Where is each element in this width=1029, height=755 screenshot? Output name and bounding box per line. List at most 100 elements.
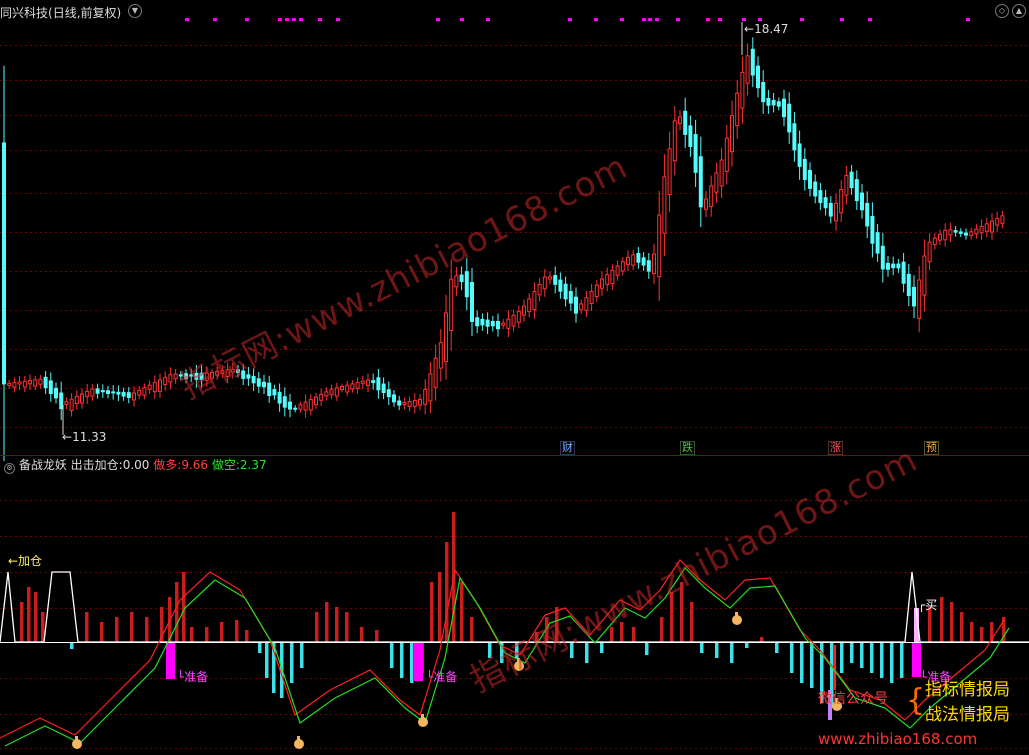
candle-down	[558, 279, 563, 292]
signal-dot	[868, 18, 872, 21]
candle-down	[756, 65, 760, 89]
signal-dot	[460, 18, 464, 21]
signal-dot	[245, 18, 249, 21]
signal-dot	[966, 18, 970, 21]
candle-down	[126, 392, 131, 398]
candle-down	[854, 179, 859, 202]
candle-up	[527, 298, 532, 313]
hist-bar-up	[182, 572, 186, 642]
hist-bar-up	[205, 627, 209, 642]
long-value: 9.66	[181, 458, 209, 472]
candle-up	[922, 255, 927, 296]
hist-bar-up	[632, 627, 636, 642]
event-tag-finance[interactable]: 财	[560, 441, 575, 455]
signal-dot	[648, 18, 652, 21]
hist-bar-up	[760, 637, 764, 642]
candle-down	[277, 391, 282, 404]
candle-down	[698, 156, 703, 208]
candle-up	[844, 175, 849, 196]
hist-bar-up	[928, 607, 932, 642]
hist-bar-up	[190, 627, 194, 642]
candle-down	[787, 103, 792, 133]
candle-down	[823, 197, 828, 209]
indicator-header: ⚙ 备战龙妖 出击加仓:0.00 做多:9.66 做空:2.37	[4, 458, 267, 474]
hist-bar-up	[690, 602, 694, 642]
candle-up	[735, 92, 740, 127]
hist-bar-down	[258, 643, 262, 653]
ready-label-1: └准备	[177, 670, 209, 684]
candle-down	[490, 321, 495, 327]
candle-up	[943, 229, 948, 241]
candle-up	[979, 226, 984, 234]
event-tag-rise[interactable]: 涨	[828, 441, 843, 455]
candle-up	[839, 188, 844, 214]
candle-down	[636, 252, 641, 263]
candle-up	[704, 198, 708, 210]
candle-up	[709, 185, 714, 207]
hist-bar-up	[235, 620, 239, 642]
event-tag-forecast[interactable]: 预	[924, 441, 939, 455]
chevron-up-icon[interactable]: ▲	[1012, 4, 1026, 18]
candle-up	[740, 71, 745, 109]
hist-bar-up	[100, 622, 104, 642]
hist-bar-down	[390, 643, 394, 668]
candle-down	[480, 318, 485, 326]
candle-up	[927, 241, 932, 263]
signal-dot	[742, 18, 746, 21]
candle-up	[537, 283, 542, 296]
hist-bar-up	[325, 602, 329, 642]
hist-bar-down	[715, 643, 719, 658]
candle-up	[511, 314, 516, 327]
candle-down	[802, 158, 807, 180]
hist-bar-down	[870, 643, 874, 673]
signal-dot	[620, 18, 624, 21]
out-value: 0.00	[122, 458, 150, 472]
candle-up	[615, 265, 620, 276]
candle-up	[522, 305, 526, 316]
hist-bar-down	[265, 643, 269, 678]
hist-bar-up	[220, 622, 224, 642]
hist-bar-up	[115, 617, 119, 642]
hist-bar-up	[175, 582, 179, 642]
ready-label-2: └准备	[426, 670, 458, 684]
candle-down	[683, 110, 688, 135]
candle-up	[662, 176, 667, 234]
hand-pointer-icon	[735, 612, 738, 618]
ready-bar	[414, 643, 423, 681]
stock-title: 同兴科技	[0, 6, 49, 20]
candle-down	[776, 101, 781, 107]
candle-up	[85, 390, 90, 397]
hist-bar-up	[470, 617, 474, 642]
candle-up	[605, 274, 610, 285]
candle-up	[345, 384, 350, 393]
ready-bar	[166, 643, 175, 679]
short-value: 2.37	[239, 458, 267, 472]
settings-icon[interactable]: ⚙	[4, 463, 15, 474]
wechat-label: 微信公众号	[818, 691, 888, 707]
signal-dot	[436, 18, 440, 21]
candle-up	[147, 384, 152, 390]
hist-bar-up	[460, 582, 464, 642]
candle-down	[485, 319, 490, 327]
candle-down	[870, 215, 875, 244]
candle-up	[33, 379, 38, 387]
candle-up	[626, 256, 630, 265]
hist-bar-down	[840, 643, 844, 673]
candle-up	[584, 297, 589, 311]
hist-bar-up	[375, 630, 379, 642]
candle-up	[90, 388, 95, 397]
candle-up	[730, 115, 734, 153]
candle-down	[121, 391, 126, 397]
diamond-icon[interactable]: ◇	[995, 4, 1009, 18]
add-position-label: ←加仓	[8, 554, 43, 568]
candle-up	[974, 228, 979, 235]
chevron-down-icon[interactable]: ▼	[128, 4, 142, 18]
high-price-marker: ←18.47	[744, 22, 789, 36]
hist-bar-down	[730, 643, 734, 663]
hist-bar-down	[410, 643, 414, 683]
hist-bar-up	[980, 627, 984, 642]
event-tag-fall[interactable]: 跌	[680, 441, 695, 455]
candle-up	[163, 376, 168, 386]
candle-down	[797, 143, 802, 167]
indicator-name: 备战龙妖	[18, 458, 67, 472]
